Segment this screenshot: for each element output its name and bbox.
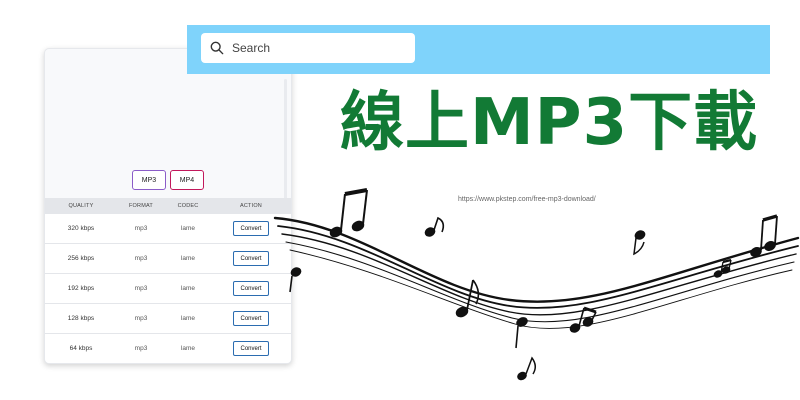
search-bar (187, 25, 770, 74)
quality-cell: 192 kbps (67, 285, 95, 292)
column-header-quality: QUALITY (68, 203, 94, 209)
format-cell: mp3 (134, 285, 148, 292)
codec-cell: lame (180, 285, 196, 292)
table-row: 64 kbps mp3 lame Convert (45, 334, 291, 363)
convert-button[interactable]: Convert (233, 221, 269, 236)
table-header: QUALITY FORMAT CODEC ACTION (45, 198, 291, 214)
table-row: 128 kbps mp3 lame Convert (45, 304, 291, 334)
format-cell: mp3 (134, 315, 148, 322)
format-cell: mp3 (134, 225, 148, 232)
table-row: 192 kbps mp3 lame Convert (45, 274, 291, 304)
convert-button[interactable]: Convert (233, 251, 269, 266)
format-buttons: MP3 MP4 (45, 170, 291, 190)
quality-cell: 64 kbps (69, 345, 93, 352)
table-row: 320 kbps mp3 lame Convert (45, 214, 291, 244)
codec-cell: lame (180, 345, 196, 352)
music-notes-illustration (273, 188, 800, 381)
column-header-format: FORMAT (128, 203, 153, 209)
page-headline: 線上MP3下載 (340, 86, 759, 160)
quality-cell: 256 kbps (67, 255, 95, 262)
quality-cell: 320 kbps (67, 225, 95, 232)
convert-button[interactable]: Convert (233, 311, 269, 326)
format-cell: mp3 (134, 255, 148, 262)
convert-button[interactable]: Convert (233, 281, 269, 296)
table-row: 256 kbps mp3 lame Convert (45, 244, 291, 274)
convert-button[interactable]: Convert (233, 341, 269, 356)
search-box[interactable] (201, 33, 415, 63)
codec-cell: lame (180, 225, 196, 232)
format-cell: mp3 (134, 345, 148, 352)
search-input[interactable] (230, 40, 404, 56)
mp3-format-button[interactable]: MP3 (132, 170, 166, 190)
codec-cell: lame (180, 315, 196, 322)
codec-cell: lame (180, 255, 196, 262)
converter-card: MP3 MP4 QUALITY FORMAT CODEC ACTION 320 … (44, 48, 292, 364)
column-header-codec: CODEC (177, 203, 199, 209)
quality-cell: 128 kbps (67, 315, 95, 322)
search-icon (210, 41, 224, 55)
mp4-format-button[interactable]: MP4 (170, 170, 204, 190)
